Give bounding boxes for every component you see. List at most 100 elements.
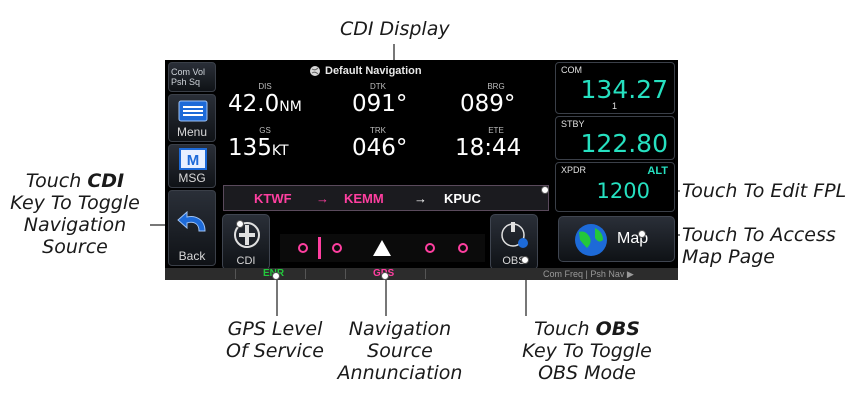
gs-number: 135 [228, 135, 272, 161]
xpdr-code: 1200 [596, 179, 650, 203]
cdi-dot [332, 243, 342, 253]
message-icon: M [179, 148, 207, 170]
page-title: Default Navigation [325, 65, 422, 77]
cdi-dot [298, 243, 308, 253]
stby-frequency: 122.80 [580, 129, 668, 158]
xpdr-mode: ALT [647, 165, 668, 177]
msg-key[interactable]: M MSG [168, 144, 216, 188]
msg-label: MSG [178, 171, 206, 185]
knob-hint: Com Freq | Psh Nav ▶ [543, 269, 634, 279]
trk-label: TRK [370, 126, 386, 135]
touch-cdi-callout: Touch CDI Key To Toggle Navigation Sourc… [0, 170, 150, 258]
callout-line: Of Service [226, 340, 324, 362]
callout-text: Touch [534, 318, 596, 340]
gs-unit: KT [271, 143, 289, 159]
back-arrow-icon [177, 210, 206, 232]
to-from-arrow-icon [373, 240, 391, 256]
map-callout: Touch To Access Map Page [682, 224, 836, 268]
ete-value: 18:44 [455, 135, 522, 161]
dtk-value: 091° [352, 91, 408, 117]
fpl-next: KPUC [444, 191, 481, 206]
status-bar: ENR GPS Com Freq | Psh Nav ▶ [165, 268, 678, 280]
cdi-display-callout: CDI Display [340, 18, 450, 40]
gs-label: GS [259, 126, 271, 135]
obs-key-label: OBS [502, 255, 526, 267]
callout-dot [272, 272, 280, 280]
back-key[interactable]: Back [168, 190, 216, 266]
nav-source-callout: Navigation Source Annunciation [335, 318, 465, 384]
fpl-active: KEMM [344, 191, 384, 206]
xpdr-label: XPDR [561, 165, 587, 175]
callout-line: Navigation [348, 318, 452, 340]
cdi-display [280, 234, 485, 262]
obs-icon [501, 222, 528, 248]
ete-label: ETE [488, 126, 504, 135]
menu-key[interactable]: Menu [168, 94, 216, 142]
gs-value: 135KT [228, 136, 289, 163]
com-number: 1 [612, 101, 618, 111]
psh-sq-label: Psh Sq [171, 77, 201, 87]
callout-line: Key To Toggle [522, 340, 652, 362]
callout-line: Map Page [682, 246, 775, 268]
status-separator [235, 269, 236, 279]
xpdr-box[interactable]: XPDR ALT 1200 [555, 162, 675, 212]
fpl-arrow: → [414, 191, 427, 206]
dtk-label: DTK [370, 82, 386, 91]
svg-text:M: M [187, 152, 200, 169]
obs-key[interactable]: OBS [490, 214, 538, 270]
gtn-screen: Com Vol Psh Sq Menu M MSG Back Default N… [165, 60, 678, 280]
callout-line: Touch To Access [682, 224, 836, 246]
callout-text: CDI Display [340, 18, 450, 40]
callout-text: Touch [25, 170, 88, 192]
com-volume-key[interactable]: Com Vol Psh Sq [168, 62, 216, 92]
callout-line: Source [42, 236, 108, 258]
dis-unit: NM [279, 99, 302, 115]
callout-line: Source [367, 340, 433, 362]
callout-line: Annunciation [337, 362, 463, 384]
globe-icon [310, 66, 320, 76]
globe-map-icon [575, 224, 607, 256]
leader-line [276, 276, 278, 316]
cdi-course-needle [318, 237, 321, 259]
cdi-dot [458, 243, 468, 253]
brg-value: 089° [460, 91, 516, 117]
data-fields[interactable]: DIS 42.0NM DTK 091° BRG 089° GS 135KT TR… [220, 78, 550, 184]
map-key[interactable]: Map [558, 216, 675, 262]
stby-label: STBY [561, 119, 585, 129]
fpl-arrow: → [316, 191, 329, 206]
dis-number: 42.0 [228, 91, 280, 117]
gps-level-callout: GPS Level Of Service [220, 318, 330, 362]
edit-fpl-callout: Touch To Edit FPL [682, 180, 846, 202]
touch-obs-callout: Touch OBS Key To Toggle OBS Mode [512, 318, 662, 384]
dis-label: DIS [258, 82, 272, 91]
com-label: COM [561, 65, 582, 75]
callout-key: OBS [595, 318, 640, 340]
dis-value: 42.0NM [228, 92, 302, 119]
trk-value: 046° [352, 135, 408, 161]
leader-line [385, 276, 387, 316]
callout-line: Touch CDI [0, 170, 150, 192]
stby-frequency-box[interactable]: STBY 122.80 [555, 116, 675, 160]
callout-line: Navigation [23, 214, 127, 236]
brg-label: BRG [487, 82, 505, 91]
cdi-dot [425, 243, 435, 253]
callout-dot [236, 220, 244, 228]
flight-plan-strip[interactable]: KTWF → KEMM → KPUC [223, 185, 549, 211]
com-frequency: 134.27 [580, 75, 668, 104]
cdi-key[interactable]: CDI [222, 214, 270, 270]
callout-line: Touch OBS [512, 318, 662, 340]
callout-dot [638, 230, 646, 238]
menu-icon [178, 100, 208, 122]
callout-line: Key To Toggle [10, 192, 140, 214]
callout-dot [541, 186, 549, 194]
callout-line: GPS Level [227, 318, 323, 340]
callout-dot [521, 256, 529, 264]
status-separator [425, 269, 426, 279]
cdi-key-label: CDI [236, 255, 256, 267]
com-frequency-box[interactable]: COM 134.27 1 [555, 62, 675, 114]
fpl-from: KTWF [254, 191, 292, 206]
callout-dot [381, 272, 389, 280]
callout-text: Touch To Edit FPL [682, 180, 847, 202]
status-separator [345, 269, 346, 279]
back-label: Back [178, 249, 206, 263]
